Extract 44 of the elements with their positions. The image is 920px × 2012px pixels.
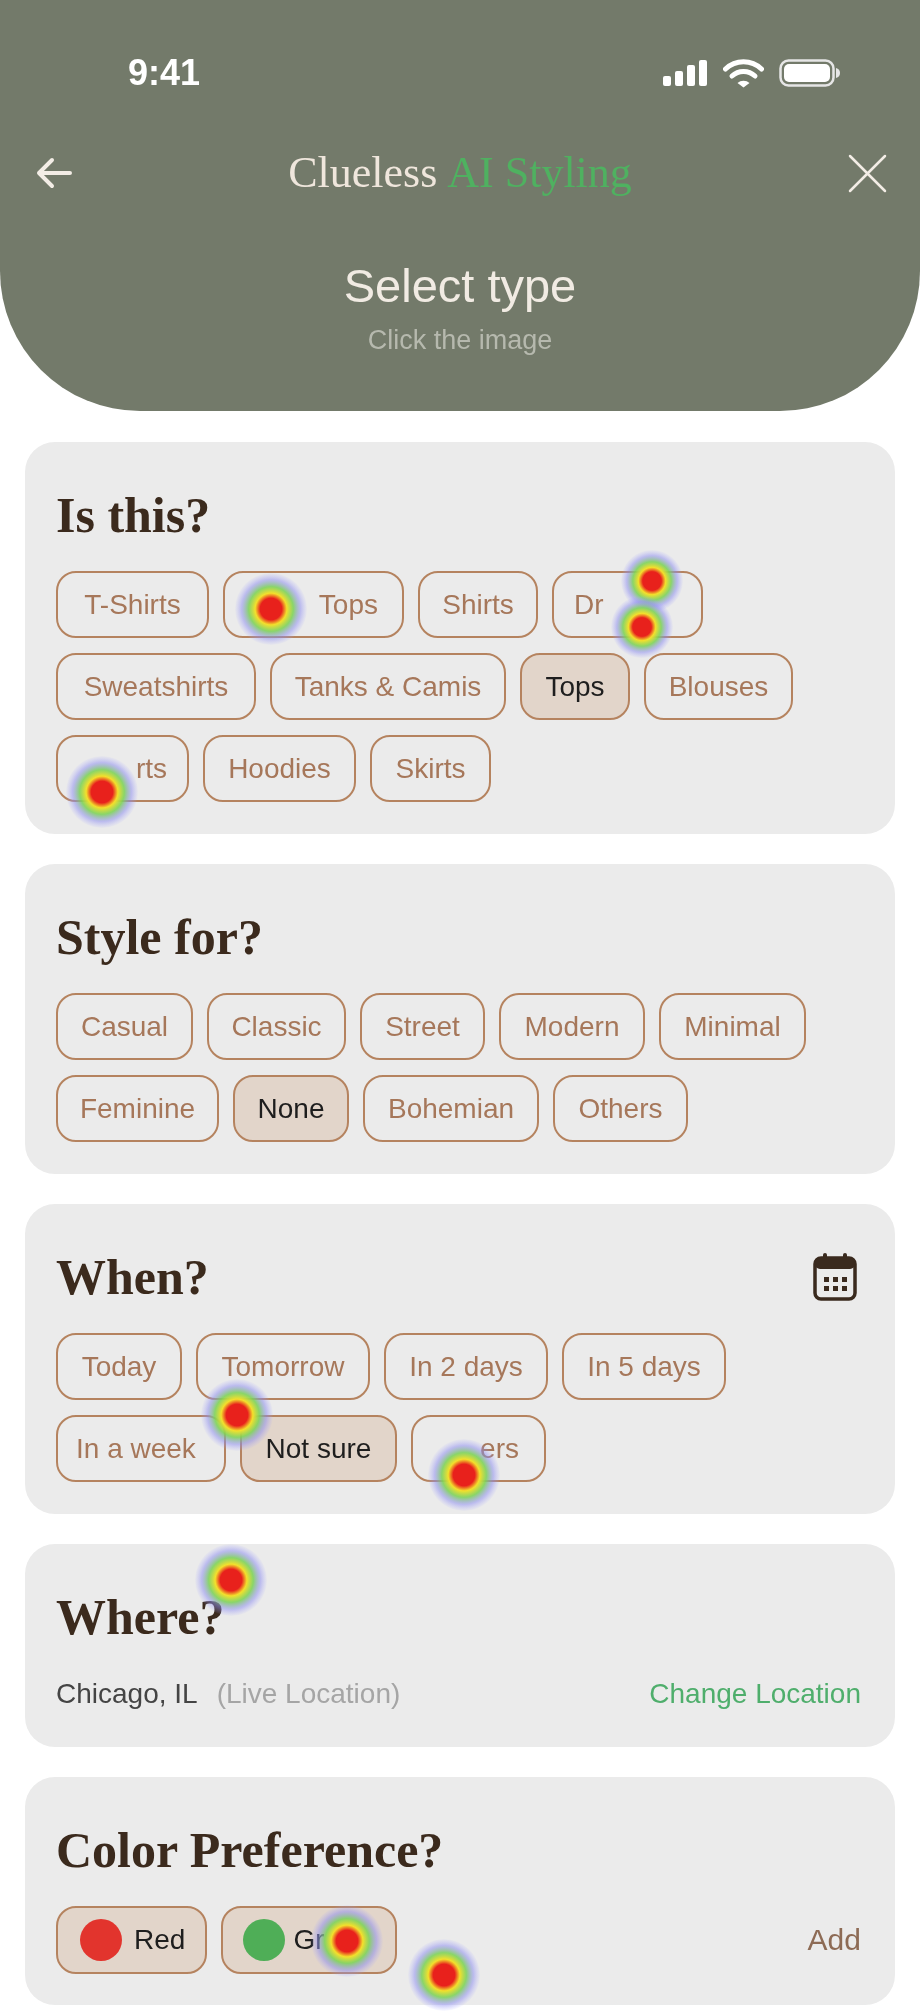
option-chip[interactable]: Hoodies <box>203 735 356 802</box>
option-chip[interactable]: None <box>233 1075 349 1142</box>
battery-icon <box>779 59 840 87</box>
change-location-link[interactable]: Change Location <box>649 1677 861 1711</box>
heatmap-spot-icon <box>235 573 307 645</box>
option-chip[interactable]: Classic <box>207 993 346 1060</box>
heatmap-spot-icon <box>66 756 138 828</box>
calendar-icon[interactable] <box>813 1253 857 1301</box>
logo-wordmark: Clueless <box>288 150 438 196</box>
option-chip[interactable]: Not sure <box>240 1415 397 1482</box>
option-chip[interactable]: T-Shirts <box>56 571 209 638</box>
add-link[interactable]: Add <box>807 1922 861 1958</box>
option-chip[interactable]: In 2 days <box>384 1333 548 1400</box>
option-chip[interactable]: Today <box>56 1333 182 1400</box>
option-chip[interactable]: Bohemian <box>363 1075 539 1142</box>
signal-icon <box>663 60 708 86</box>
option-chip[interactable]: Skirts <box>370 735 491 802</box>
section-heading: When? <box>56 1249 209 1305</box>
option-chip[interactable]: Feminine <box>56 1075 219 1142</box>
heatmap-spot-icon <box>611 596 673 658</box>
location-source-text: (Live Location) <box>216 1677 401 1711</box>
option-chip[interactable]: Modern <box>499 993 645 1060</box>
back-arrow-icon[interactable] <box>35 157 72 189</box>
heatmap-spot-icon <box>408 1939 480 2011</box>
color-chip[interactable]: Red <box>56 1906 208 1974</box>
option-chip[interactable]: Street <box>360 993 485 1060</box>
page-subtitle: Click the image <box>367 324 553 357</box>
wifi-icon <box>723 58 764 88</box>
option-chip[interactable]: Minimal <box>659 993 806 1060</box>
section-heading: Where? <box>56 1589 225 1645</box>
location-text: Chicago, IL <box>56 1677 198 1711</box>
option-chip[interactable]: Tops <box>520 653 630 720</box>
status-time: 9:41 <box>128 51 201 95</box>
option-chip[interactable]: In 5 days <box>562 1333 726 1400</box>
section-heading: Is this? <box>56 487 211 543</box>
section-heading: Style for? <box>56 909 263 965</box>
close-icon[interactable] <box>848 153 887 193</box>
option-chip[interactable]: Shirts <box>418 571 538 638</box>
option-chip[interactable]: Others <box>553 1075 688 1142</box>
option-chip[interactable]: Casual <box>56 993 193 1060</box>
option-chip[interactable]: Tanks & Camis <box>270 653 506 720</box>
section-heading: Color Preference? <box>56 1822 444 1878</box>
option-chip[interactable]: Sweatshirts <box>56 653 256 720</box>
page-title: Select type <box>343 258 577 314</box>
